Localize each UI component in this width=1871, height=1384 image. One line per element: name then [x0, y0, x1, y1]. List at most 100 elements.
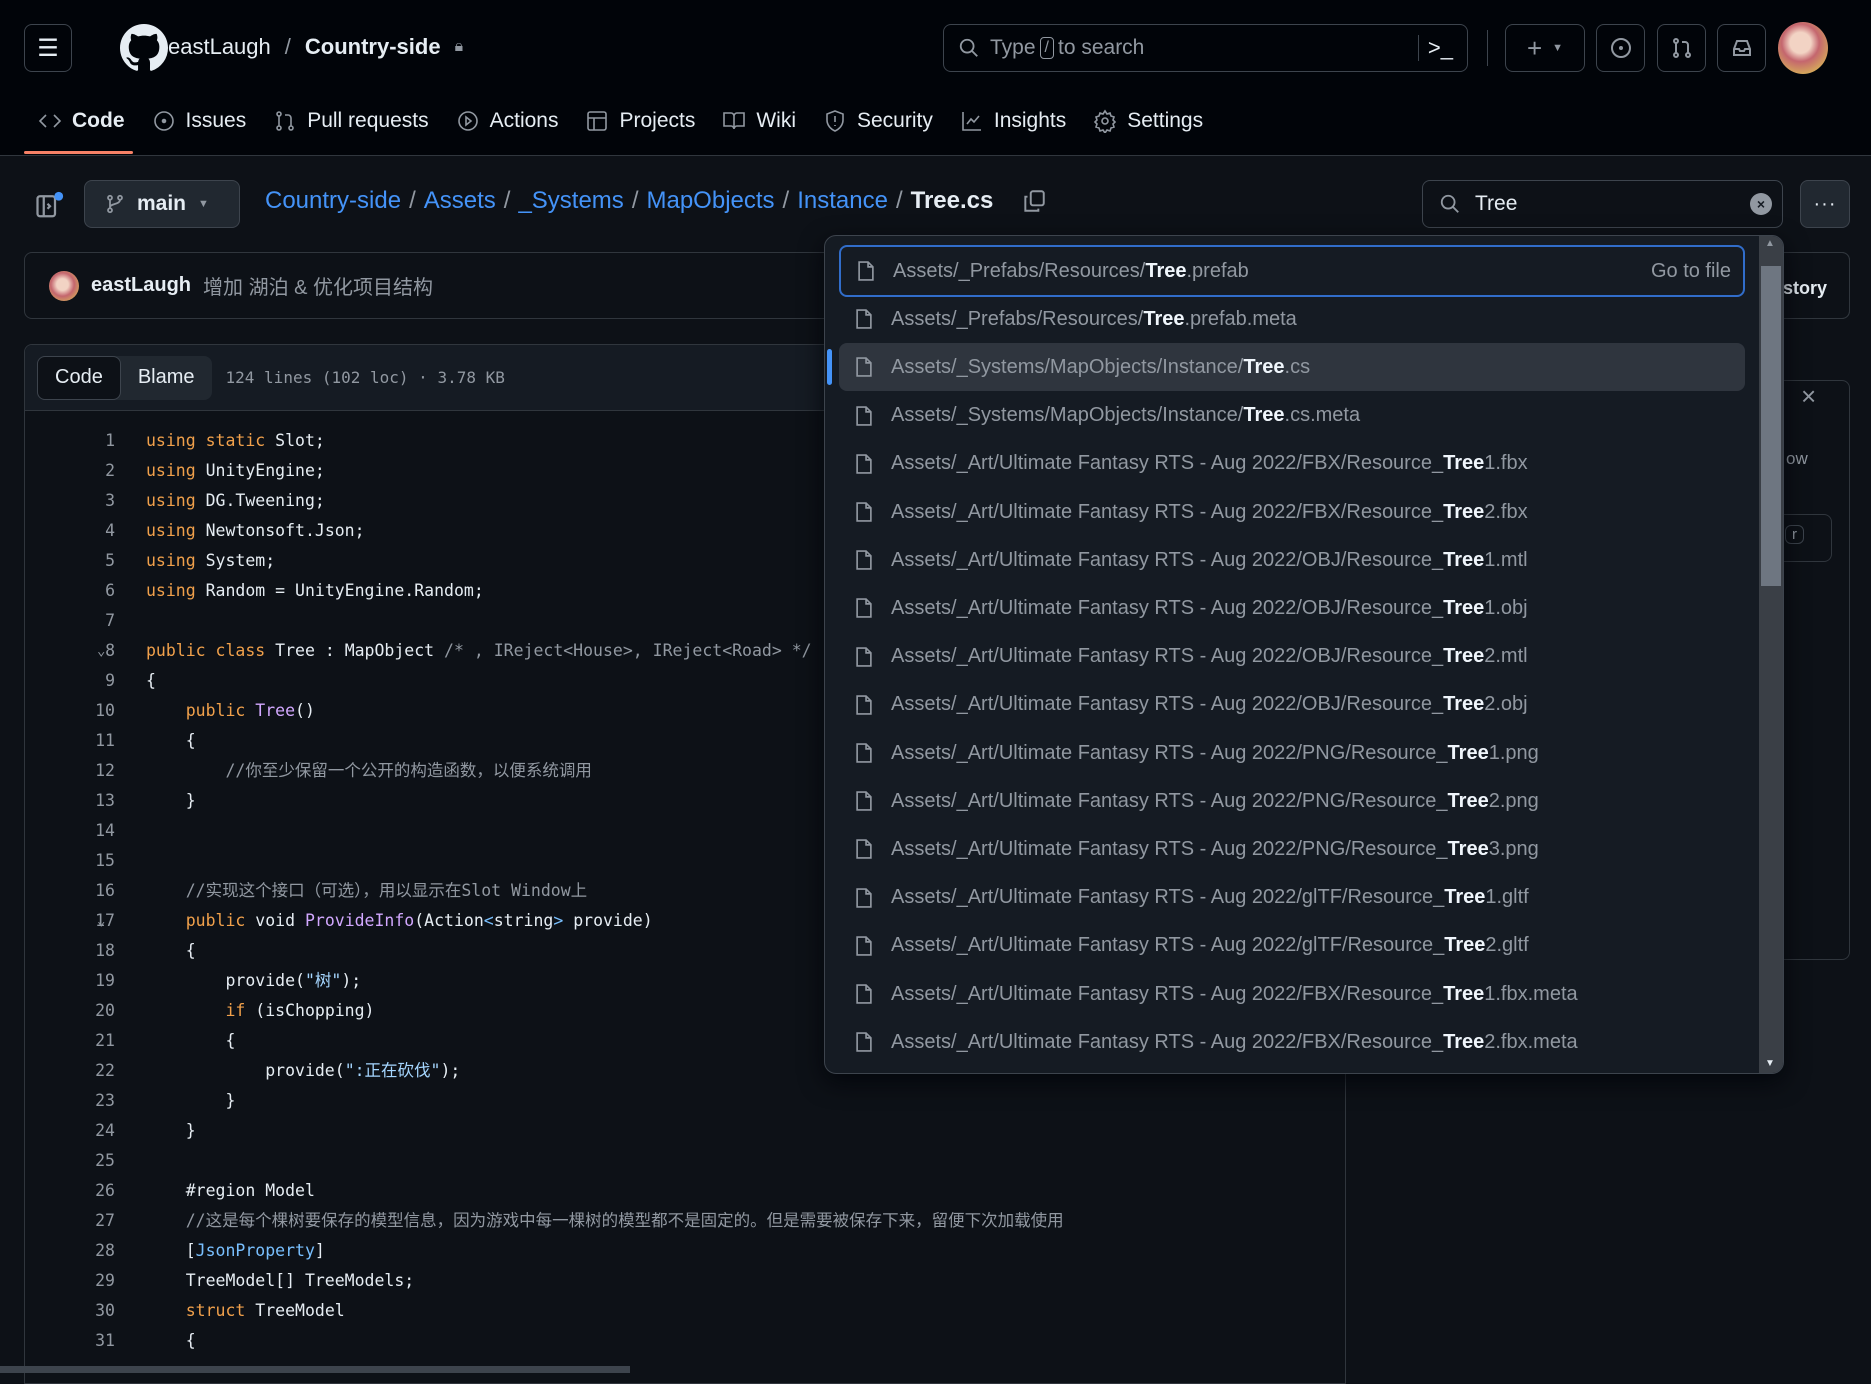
- line-number[interactable]: 10: [95, 696, 115, 726]
- file-tree-toggle[interactable]: [35, 190, 65, 225]
- search-result-item[interactable]: Assets/_Art/Ultimate Fantasy RTS - Aug 2…: [839, 440, 1745, 488]
- search-result-item[interactable]: Assets/_Systems/MapObjects/Instance/Tree…: [839, 392, 1745, 440]
- line-number[interactable]: 19: [95, 966, 115, 996]
- line-number[interactable]: 6: [105, 576, 115, 606]
- line-number[interactable]: 9: [105, 666, 115, 696]
- line-number[interactable]: 7: [105, 606, 115, 636]
- code-line: 30 struct TreeModel: [25, 1296, 1325, 1326]
- inbox-button[interactable]: [1717, 24, 1766, 72]
- clear-search-icon[interactable]: ×: [1750, 193, 1772, 215]
- line-number[interactable]: 14: [95, 816, 115, 846]
- line-number[interactable]: 31: [95, 1326, 115, 1356]
- line-number[interactable]: 5: [105, 546, 115, 576]
- breadcrumb-link[interactable]: Instance: [797, 187, 888, 215]
- copy-icon[interactable]: [1021, 188, 1047, 214]
- tab-code[interactable]: Code: [30, 100, 144, 142]
- breadcrumb-separator: /: [503, 187, 511, 214]
- commit-author[interactable]: eastLaugh: [91, 274, 191, 297]
- scrollbar-thumb[interactable]: [1761, 266, 1781, 586]
- line-number[interactable]: 30: [95, 1296, 115, 1326]
- line-number[interactable]: 28: [95, 1236, 115, 1266]
- code-token: [: [146, 1241, 196, 1260]
- branch-selector[interactable]: main ▼: [84, 180, 240, 228]
- search-result-item[interactable]: Assets/_Prefabs/Resources/Tree.prefab Go …: [839, 245, 1745, 297]
- tab-settings[interactable]: Settings: [1085, 100, 1222, 142]
- tab-issues[interactable]: Issues: [144, 100, 266, 142]
- tab-projects[interactable]: Projects: [577, 100, 714, 142]
- global-search-input[interactable]: Type / to search >_: [943, 24, 1468, 72]
- search-result-item[interactable]: Assets/_Art/Ultimate Fantasy RTS - Aug 2…: [839, 633, 1745, 681]
- tab-label: Security: [857, 109, 933, 132]
- chevron-down-icon[interactable]: ⌄: [97, 636, 105, 666]
- create-new-button[interactable]: + ▼: [1505, 24, 1585, 72]
- file-search-results: ▲ ▼ Assets/_Prefabs/Resources/Tree.prefab…: [824, 235, 1784, 1074]
- tab-code[interactable]: Code: [37, 355, 121, 400]
- search-result-item[interactable]: Assets/_Systems/MapObjects/Instance/Tree…: [839, 343, 1745, 392]
- horizontal-scrollbar[interactable]: [0, 1366, 630, 1373]
- search-result-item[interactable]: Assets/_Art/Ultimate Fantasy RTS - Aug 2…: [839, 970, 1745, 1018]
- breadcrumb-link[interactable]: MapObjects: [646, 187, 774, 215]
- line-number[interactable]: 15: [95, 846, 115, 876]
- breadcrumb-link[interactable]: Assets: [424, 187, 496, 215]
- search-result-item[interactable]: Assets/_Art/Ultimate Fantasy RTS - Aug 2…: [839, 488, 1745, 536]
- line-number[interactable]: 26: [95, 1176, 115, 1206]
- pull-requests-button[interactable]: [1657, 24, 1706, 72]
- line-number[interactable]: 3: [105, 486, 115, 516]
- file-search-input[interactable]: Tree ×: [1422, 180, 1783, 228]
- tab-security[interactable]: Security: [815, 100, 952, 142]
- breadcrumb: Country-side / Assets / _Systems / MapObjects /…: [265, 187, 1047, 215]
- search-result-item[interactable]: Assets/_Art/Ultimate Fantasy RTS - Aug 2…: [839, 536, 1745, 584]
- code-token: using: [146, 491, 206, 510]
- results-scrollbar[interactable]: ▲ ▼: [1759, 236, 1783, 1073]
- command-palette-icon[interactable]: >_: [1428, 35, 1453, 61]
- breadcrumb-link[interactable]: Country-side: [265, 187, 401, 215]
- line-number[interactable]: 21: [95, 1026, 115, 1056]
- issues-button[interactable]: [1596, 24, 1645, 72]
- line-number[interactable]: 25: [95, 1146, 115, 1176]
- tab-actions[interactable]: Actions: [448, 100, 578, 142]
- line-number[interactable]: 1: [105, 426, 115, 456]
- line-number[interactable]: 23: [95, 1086, 115, 1116]
- line-number[interactable]: 8: [105, 636, 115, 666]
- commit-message[interactable]: 增加 湖泊 & 优化项目结构: [203, 271, 433, 300]
- line-number[interactable]: 2: [105, 456, 115, 486]
- chevron-down-icon[interactable]: ⌄: [97, 906, 105, 936]
- line-number[interactable]: 29: [95, 1266, 115, 1296]
- line-number[interactable]: 12: [95, 756, 115, 786]
- search-result-item[interactable]: Assets/_Art/Ultimate Fantasy RTS - Aug 2…: [839, 825, 1745, 873]
- search-result-item[interactable]: Assets/_Art/Ultimate Fantasy RTS - Aug 2…: [839, 922, 1745, 970]
- search-result-item[interactable]: Assets/_Art/Ultimate Fantasy RTS - Aug 2…: [839, 681, 1745, 729]
- tab-pull-requests[interactable]: Pull requests: [265, 100, 447, 142]
- line-number[interactable]: 27: [95, 1206, 115, 1236]
- file-icon: [856, 743, 872, 763]
- tab-wiki[interactable]: Wiki: [714, 100, 815, 142]
- more-options-button[interactable]: ···: [1800, 180, 1850, 228]
- github-logo-icon[interactable]: [120, 24, 168, 72]
- line-number[interactable]: 18: [95, 936, 115, 966]
- search-result-item[interactable]: Assets/_Art/Ultimate Fantasy RTS - Aug 2…: [839, 874, 1745, 922]
- repo-link[interactable]: Country-side: [305, 34, 441, 60]
- line-number[interactable]: 16: [95, 876, 115, 906]
- search-result-item[interactable]: Assets/_Prefabs/Resources/Tree.prefab.me…: [839, 295, 1745, 343]
- tab-blame[interactable]: Blame: [121, 356, 212, 400]
- commit-author-avatar[interactable]: [49, 270, 79, 301]
- user-avatar[interactable]: [1778, 22, 1828, 74]
- tab-insights[interactable]: Insights: [952, 100, 1085, 142]
- close-icon[interactable]: ×: [1801, 381, 1816, 412]
- menu-button[interactable]: ☰: [24, 24, 72, 72]
- file-icon: [856, 502, 872, 522]
- line-number[interactable]: 11: [95, 726, 115, 756]
- tab-label: Issues: [185, 109, 247, 132]
- line-number[interactable]: 13: [95, 786, 115, 816]
- search-result-item[interactable]: Assets/_Art/Ultimate Fantasy RTS - Aug 2…: [839, 777, 1745, 825]
- owner-link[interactable]: eastLaugh: [168, 34, 271, 60]
- search-result-item[interactable]: Assets/_Art/Ultimate Fantasy RTS - Aug 2…: [839, 584, 1745, 632]
- search-result-item[interactable]: Assets/_Art/Ultimate Fantasy RTS - Aug 2…: [839, 1018, 1745, 1066]
- side-panel-text: ow: [1786, 449, 1808, 468]
- line-number[interactable]: 22: [95, 1056, 115, 1086]
- search-result-item[interactable]: Assets/_Art/Ultimate Fantasy RTS - Aug 2…: [839, 729, 1745, 777]
- breadcrumb-link[interactable]: _Systems: [518, 187, 623, 215]
- line-number[interactable]: 4: [105, 516, 115, 546]
- line-number[interactable]: 24: [95, 1116, 115, 1146]
- line-number[interactable]: 20: [95, 996, 115, 1026]
